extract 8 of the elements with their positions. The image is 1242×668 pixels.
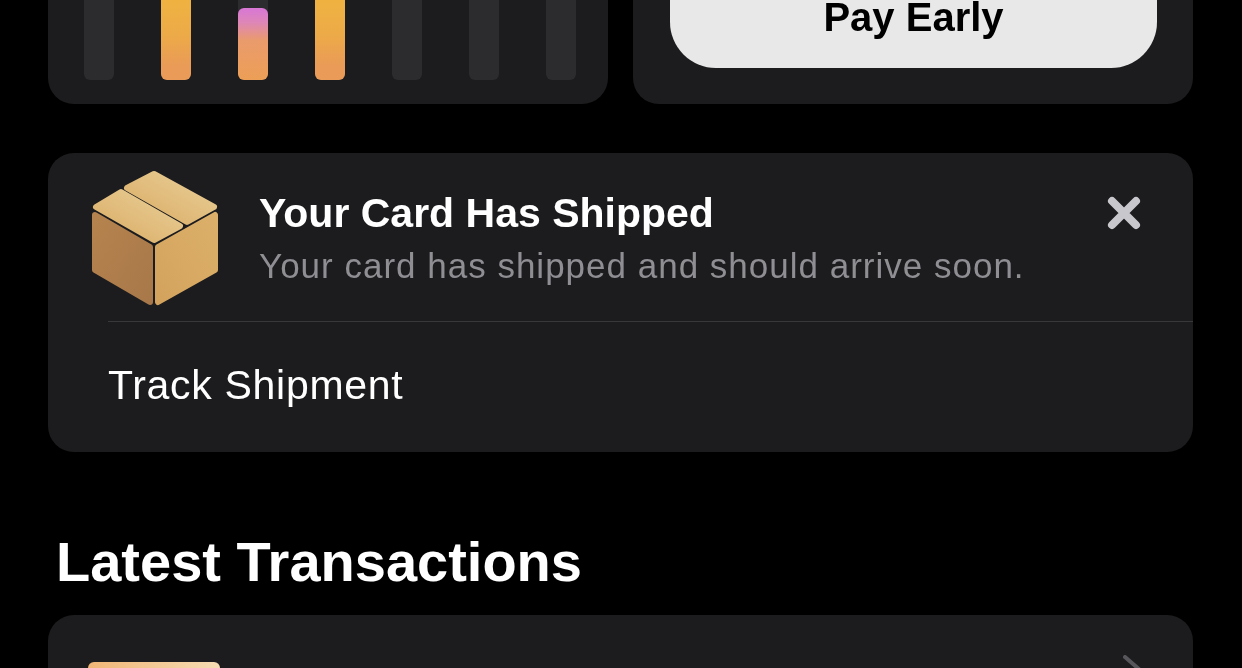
package-box-icon xyxy=(91,169,219,306)
chevron-icon xyxy=(1123,655,1141,668)
section-heading: Latest Transactions xyxy=(56,532,582,595)
notification-title: Your Card Has Shipped xyxy=(259,189,714,237)
notification-message: Your card has shipped and should arrive soon. xyxy=(259,245,1025,287)
pay-early-button[interactable]: Pay Early xyxy=(670,0,1157,68)
close-icon[interactable] xyxy=(1107,196,1141,230)
track-shipment-link[interactable]: Track Shipment xyxy=(108,361,404,409)
